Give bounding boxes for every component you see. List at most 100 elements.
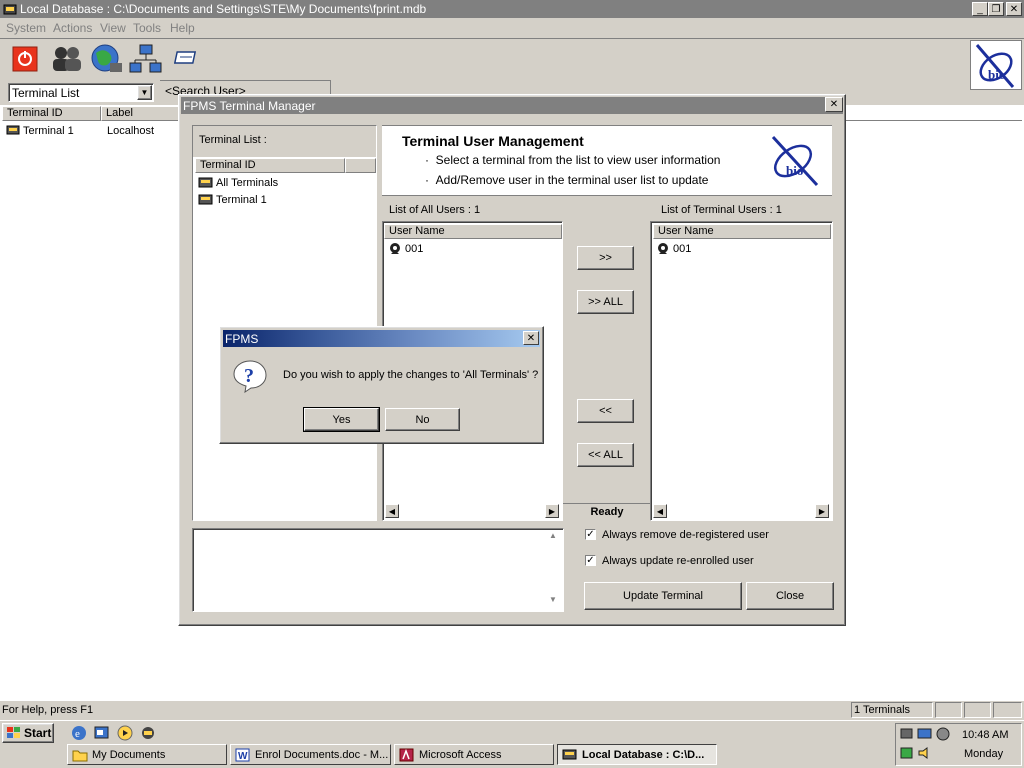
header-divider — [382, 195, 832, 196]
user-icon — [658, 243, 668, 254]
bullet-1: · Select a terminal from the list to vie… — [425, 153, 721, 167]
globe-icon[interactable] — [90, 43, 124, 75]
bullet-1-text: Select a terminal from the list to view … — [435, 153, 721, 167]
menu-help[interactable]: Help — [170, 21, 195, 35]
remove-all-button[interactable]: << ALL — [577, 443, 634, 467]
app-icon — [3, 4, 17, 15]
start-button[interactable]: Start — [2, 723, 54, 743]
terminal-users-label: List of Terminal Users : 1 — [661, 204, 782, 216]
confirm-dialog: FPMS ✕ ? Do you wish to apply the change… — [219, 326, 544, 444]
menu-tools[interactable]: Tools — [133, 21, 161, 35]
task-local-database[interactable]: Local Database : C:\D... — [557, 744, 717, 765]
add-button[interactable]: >> — [577, 246, 634, 270]
user-icon — [390, 243, 400, 254]
view-select-value: Terminal List — [12, 86, 80, 100]
management-heading: Terminal User Management — [402, 133, 584, 149]
manager-title-bar: FPMS Terminal Manager — [181, 97, 843, 114]
main-title-bar: Local Database : C:\Documents and Settin… — [0, 0, 1024, 18]
terminal-users-col-header[interactable]: User Name — [653, 224, 831, 239]
card-icon[interactable] — [174, 48, 200, 68]
bio-logo: bio — [970, 40, 1022, 90]
users-icon[interactable] — [50, 44, 84, 74]
all-users-label: List of All Users : 1 — [389, 204, 481, 216]
row-terminal-id: Terminal 1 — [23, 125, 74, 137]
task-access[interactable]: Microsoft Access — [394, 744, 554, 765]
terminal-users-scroll-left[interactable]: ◀ — [653, 504, 667, 518]
svg-text:W: W — [238, 751, 248, 762]
manager-logo-text: bio — [786, 163, 804, 178]
manager-bio-logo: bio — [767, 133, 823, 189]
list-item[interactable]: Terminal 1 — [198, 193, 358, 208]
ie-icon[interactable]: e — [70, 725, 88, 741]
status-help: For Help, press F1 — [2, 704, 94, 716]
update-reenrolled-checkbox[interactable]: ✓ — [585, 555, 596, 566]
bio-logo-text: bio — [988, 67, 1006, 82]
folder-icon — [72, 750, 88, 761]
task-my-documents-label: My Documents — [92, 748, 166, 761]
restore-button[interactable]: ❐ — [988, 2, 1004, 16]
network-icon[interactable] — [128, 43, 164, 75]
windows-logo-icon — [7, 727, 20, 738]
status-panel-4 — [993, 702, 1022, 718]
task-word-doc[interactable]: W Enrol Documents.doc - M... — [230, 744, 391, 765]
table-row[interactable]: Terminal 1 Localhost — [6, 124, 176, 139]
close-main-button[interactable]: ✕ — [1006, 2, 1022, 16]
all-users-scroll-right[interactable]: ▶ — [545, 504, 559, 518]
power-icon[interactable] — [12, 46, 38, 72]
terminal-col-header[interactable]: Terminal ID — [195, 158, 345, 173]
close-manager-icon[interactable]: ✕ — [825, 97, 843, 112]
terminal-users-scroll-right[interactable]: ▶ — [815, 504, 829, 518]
main-header-rest — [846, 106, 1022, 121]
menu-actions[interactable]: Actions — [53, 21, 92, 35]
main-window-title: Local Database : C:\Documents and Settin… — [20, 2, 427, 16]
list-item[interactable]: 001 — [656, 242, 806, 257]
status-terminals: 1 Terminals — [854, 704, 911, 716]
tray-disk-icon[interactable] — [935, 727, 951, 741]
menu-system[interactable]: System — [6, 21, 46, 35]
close-button[interactable]: Close — [746, 582, 834, 610]
dialog-title: FPMS — [225, 332, 259, 346]
task-my-documents[interactable]: My Documents — [67, 744, 227, 765]
view-select[interactable]: Terminal List ▼ — [8, 83, 154, 102]
add-all-button[interactable]: >> ALL — [577, 290, 634, 314]
bullet-2: · Add/Remove user in the terminal user l… — [425, 173, 709, 187]
message-scroll-up[interactable]: ▲ — [546, 531, 560, 545]
yes-button[interactable]: Yes — [303, 407, 380, 432]
task-local-database-label: Local Database : C:\D... — [582, 748, 705, 761]
fpms-quick-icon[interactable] — [139, 725, 157, 741]
tray-terminal-icon[interactable] — [917, 727, 933, 741]
tray-network-icon[interactable] — [899, 727, 915, 741]
svg-text:e: e — [75, 728, 80, 740]
list-item[interactable]: All Terminals — [198, 176, 358, 191]
menu-view[interactable]: View — [100, 21, 126, 35]
main-col-label[interactable]: Label — [101, 106, 180, 121]
terminal-list-label: Terminal List : — [199, 134, 267, 146]
task-word-doc-label: Enrol Documents.doc - M... — [255, 748, 389, 761]
desktop-icon[interactable] — [93, 725, 111, 741]
no-button[interactable]: No — [385, 408, 460, 431]
remove-deregistered-label: Always remove de-registered user — [602, 529, 769, 541]
status-ready: Ready — [563, 503, 651, 521]
dialog-close-icon[interactable]: ✕ — [523, 331, 539, 345]
all-users-col-header[interactable]: User Name — [384, 224, 562, 239]
tray-speaker-icon[interactable] — [917, 746, 933, 760]
terminal-icon — [198, 194, 213, 205]
status-panel-3 — [964, 702, 991, 718]
all-users-scroll-left[interactable]: ◀ — [385, 504, 399, 518]
remove-button[interactable]: << — [577, 399, 634, 423]
minimize-button[interactable]: _ — [972, 2, 988, 16]
update-terminal-button[interactable]: Update Terminal — [584, 582, 742, 610]
message-box[interactable] — [192, 528, 564, 612]
terminal-user-name: 001 — [673, 243, 692, 255]
word-icon: W — [235, 748, 250, 762]
row-label: Localhost — [107, 125, 155, 137]
bullet-2-text: Add/Remove user in the terminal user lis… — [435, 173, 709, 187]
tray-shield-icon[interactable] — [899, 746, 915, 760]
list-item[interactable]: 001 — [388, 242, 538, 257]
media-player-icon[interactable] — [116, 725, 134, 741]
terminal-all: All Terminals — [216, 177, 279, 189]
main-col-terminal-id[interactable]: Terminal ID — [2, 106, 101, 121]
message-scroll-down[interactable]: ▼ — [546, 595, 560, 609]
chevron-down-icon[interactable]: ▼ — [137, 85, 152, 100]
remove-deregistered-checkbox[interactable]: ✓ — [585, 529, 596, 540]
